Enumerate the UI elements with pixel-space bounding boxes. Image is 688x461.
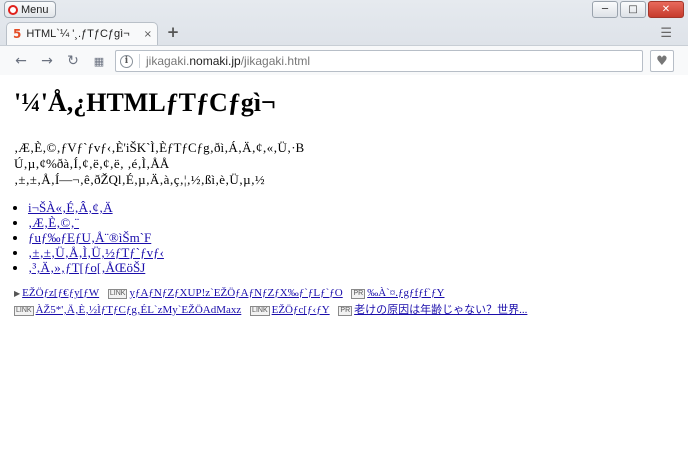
- ad-link[interactable]: yƒAƒNƒZƒXUP!z`EŽÖƒAƒNƒZƒX‰ƒ`ƒLƒ`ƒO: [129, 287, 342, 299]
- chapter-link[interactable]: ‚±‚±‚Ü‚Å‚Ì‚Ü‚½ƒTƒ`ƒvƒ‹: [28, 245, 164, 260]
- link-badge: LINK: [14, 306, 34, 316]
- chapter-link[interactable]: i¬ŠÀ«‚É‚Â‚¢‚Ä: [28, 200, 113, 215]
- ad-links-area: ▶ EŽÖƒz[ƒ€ƒy[ƒW LINK yƒAƒNƒZƒXUP!z`EŽÖƒAƒN…: [14, 285, 688, 318]
- tab-active[interactable]: 5 HTML`¼ '¸.ƒTƒCƒgì¬ ×: [6, 22, 158, 45]
- menu-label: Menu: [21, 3, 49, 16]
- chapter-link[interactable]: ƒuƒ‰ƒEƒU‚Å¨®ìŠm`F: [28, 230, 151, 245]
- close-icon: ✕: [661, 4, 671, 15]
- chapter-link[interactable]: ‚³‚Ä‚»‚ƒT[ƒo[‚ÅŒöŠJ: [28, 260, 145, 275]
- ad-link[interactable]: EŽÖƒz[ƒ€ƒy[ƒW: [22, 287, 99, 299]
- site-info-icon[interactable]: i: [120, 54, 133, 68]
- link-badge: LINK: [250, 306, 270, 316]
- maximize-icon: □: [628, 4, 638, 15]
- bookmark-button[interactable]: ♥: [650, 50, 674, 72]
- speed-dial-button[interactable]: ▦: [90, 52, 108, 70]
- tab-menu-icon[interactable]: ☰: [660, 26, 672, 41]
- browser-menu-button[interactable]: Menu: [4, 1, 56, 18]
- list-item: ‚Æ‚È‚©‚¨: [28, 215, 688, 230]
- heart-icon: ♥: [656, 53, 668, 69]
- new-tab-button[interactable]: +: [165, 23, 181, 41]
- list-item: ‚±‚±‚Ü‚Å‚Ì‚Ü‚½ƒTƒ`ƒvƒ‹: [28, 245, 688, 260]
- address-bar[interactable]: i jikagaki.nomaki.jp/jikagaki.html: [115, 50, 643, 72]
- grid-icon: ▦: [93, 54, 105, 68]
- ad-link-item: PR ‰À`¤.ƒgƒfƒf`ƒY: [351, 285, 444, 301]
- reload-button[interactable]: ↻: [64, 52, 82, 70]
- ad-link-item: LINK yƒAƒNƒZƒXUP!z`EŽÖƒAƒNƒZƒX‰ƒ`ƒLƒ`ƒO: [107, 285, 343, 301]
- pr-badge: PR: [351, 289, 366, 299]
- tab-title: HTML`¼ '¸.ƒTƒCƒgì¬: [26, 28, 130, 40]
- forward-arrow-icon: →: [41, 53, 53, 69]
- list-item: ƒuƒ‰ƒEƒU‚Å¨®ìŠm`F: [28, 230, 688, 245]
- url-text: jikagaki.nomaki.jp/jikagaki.html: [146, 54, 311, 68]
- chapter-link-list: i¬ŠÀ«‚É‚Â‚¢‚Ä ‚Æ‚È‚©‚¨ ƒuƒ‰ƒEƒU‚Å¨®ìŠm`F…: [14, 200, 688, 275]
- intro-paragraph: ‚Æ‚È‚©‚ƒVƒ`ƒvƒ‹‚È'iŠK`Ì‚ÈƒTƒCƒg‚ðì‚Á‚Ä‚¢…: [14, 140, 688, 188]
- ad-link-item: PR 老けの原因は年齢じゃない？世界...: [338, 302, 527, 318]
- triangle-icon: ▶: [14, 289, 21, 298]
- link-badge: LINK: [107, 289, 128, 299]
- window-controls: ─ □ ✕: [592, 1, 684, 18]
- forward-button[interactable]: →: [38, 52, 56, 70]
- tab-close-icon[interactable]: ×: [144, 29, 152, 40]
- pr-badge: PR: [338, 306, 353, 316]
- navigation-toolbar: ← → ↻ ▦ i jikagaki.nomaki.jp/jikagaki.ht…: [0, 45, 688, 75]
- intro-line: ‚Æ‚È‚©‚ƒVƒ`ƒvƒ‹‚È'iŠK`Ì‚ÈƒTƒCƒg‚ðì‚Á‚Ä‚¢…: [14, 140, 305, 155]
- back-button[interactable]: ←: [12, 52, 30, 70]
- list-item: ‚³‚Ä‚»‚ƒT[ƒo[‚ÅŒöŠJ: [28, 260, 688, 275]
- ad-link-item: ▶ EŽÖƒz[ƒ€ƒy[ƒW: [14, 285, 99, 302]
- html5-favicon-icon: 5: [13, 27, 22, 41]
- ad-link[interactable]: 老けの原因は年齢じゃない？世界...: [354, 304, 527, 316]
- chapter-link[interactable]: ‚Æ‚È‚©‚¨: [28, 215, 79, 230]
- minimize-button[interactable]: ─: [592, 1, 618, 18]
- reload-icon: ↻: [67, 53, 79, 69]
- ad-link[interactable]: EŽÖƒc[ƒ‹ƒY: [272, 304, 330, 316]
- intro-line: ‚±‚±‚Å‚Í—¬‚ê‚ðŽQl‚É‚µ‚Ä‚à‚ç‚¦‚½‚ßì‚è‚Ü‚µ…: [14, 172, 265, 187]
- page-title: '¼'Å,¿HTMLƒTƒCƒgì¬: [14, 88, 276, 117]
- ad-link-item: LINK ÀŽ5*'‚Ä‚È‚½ÌƒTƒCƒg‚ÉL`zMy`EŽÖAdMaxz: [14, 302, 241, 318]
- ad-link-item: LINK EŽÖƒc[ƒ‹ƒY: [250, 302, 330, 318]
- page-content: '¼'Å,¿HTMLƒTƒCƒgì¬ ‚Æ‚È‚©‚ƒVƒ`ƒvƒ‹‚È'iŠK…: [0, 76, 688, 461]
- minimize-icon: ─: [601, 4, 609, 15]
- intro-line: Ú‚µ‚¢%ðà‚Í‚¢‚ë‚¢‚ë‚ ‚é‚Ì‚ÅÅ: [14, 156, 170, 171]
- list-item: i¬ŠÀ«‚É‚Â‚¢‚Ä: [28, 200, 688, 215]
- address-separator: [139, 54, 140, 68]
- close-window-button[interactable]: ✕: [648, 1, 684, 18]
- ad-link[interactable]: ÀŽ5*'‚Ä‚È‚½ÌƒTƒCƒg‚ÉL`zMy`EŽÖAdMaxz: [36, 304, 242, 316]
- opera-logo-icon: [8, 4, 18, 15]
- browser-chrome: Menu ─ □ ✕ 5 HTML`¼ '¸.ƒTƒCƒgì¬ × + ☰ ← …: [0, 0, 688, 75]
- ad-link[interactable]: ‰À`¤.ƒgƒfƒf`ƒY: [367, 287, 444, 299]
- maximize-button[interactable]: □: [620, 1, 646, 18]
- back-arrow-icon: ←: [15, 53, 27, 69]
